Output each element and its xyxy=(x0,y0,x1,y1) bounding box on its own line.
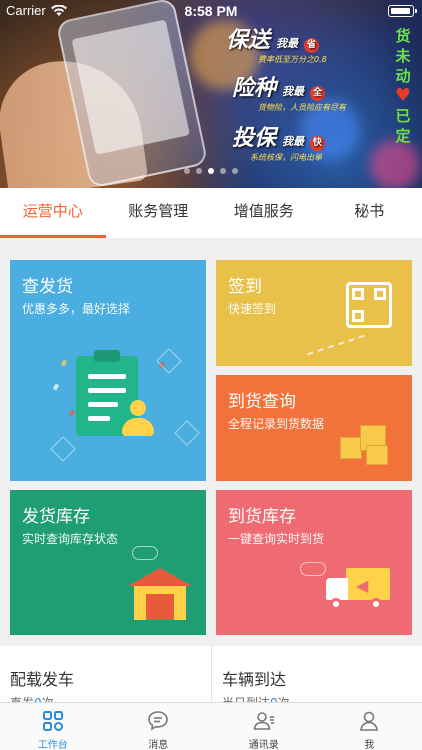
slogan-line-2: 险种 我最 全 xyxy=(232,70,326,102)
promo-banner[interactable]: 保送 我最 省 费率低至万分之0.8 险种 我最 全 货物险，人员险应有尽有 投… xyxy=(0,0,422,188)
card-title: 到货查询 xyxy=(228,392,296,412)
nav-me[interactable]: 我 xyxy=(317,703,422,750)
contacts-icon xyxy=(253,712,274,730)
slogan-sub-2: 货物险，人员险应有尽有 xyxy=(258,103,346,112)
warehouse-icon xyxy=(128,568,192,620)
page-dot xyxy=(220,168,226,174)
nav-label: 我 xyxy=(364,740,375,750)
ship-stock-card[interactable]: 发货库存 实时查询库存状态 xyxy=(10,490,206,635)
tab-secretary[interactable]: 秘书 xyxy=(317,188,422,238)
vertical-slogan: 货未动 ♥ 已定 xyxy=(392,26,414,146)
nav-label: 工作台 xyxy=(37,740,68,750)
cloud-icon xyxy=(300,562,326,576)
ship-query-card[interactable]: 查发货 优惠多多，最好选择 xyxy=(10,260,206,481)
chat-icon xyxy=(148,711,169,731)
summary-section: 配载发车 直发0次 车辆到达 当日到达0次 xyxy=(0,646,422,710)
bokeh-light xyxy=(370,140,420,188)
decor-diamond xyxy=(174,420,200,446)
top-tabs: 运营中心 账务管理 增值服务 秘书 xyxy=(0,188,422,238)
card-desc: 快速签到 xyxy=(228,302,277,316)
heart-icon: ♥ xyxy=(394,85,412,106)
card-title: 到货库存 xyxy=(228,507,296,527)
vehicle-arrival-panel[interactable]: 车辆到达 当日到达0次 xyxy=(211,646,422,710)
nav-messages[interactable]: 消息 xyxy=(106,703,212,750)
bottom-tab-bar: 工作台 消息 通讯录 我 xyxy=(0,702,422,750)
sign-in-card[interactable]: 签到 快速签到 xyxy=(216,260,412,366)
app-screen: 保送 我最 省 费率低至万分之0.8 险种 我最 全 货物险，人员险应有尽有 投… xyxy=(0,0,422,750)
card-title: 签到 xyxy=(228,277,262,297)
arrival-stock-card[interactable]: 到货库存 一键查询实时到货 ◀ xyxy=(216,490,412,635)
slogan-line-3: 投保 我最 快 xyxy=(232,120,326,152)
page-dot xyxy=(232,168,238,174)
card-desc: 优惠多多，最好选择 xyxy=(22,302,131,316)
slogan-sub-1: 费率低至万分之0.8 xyxy=(258,55,327,64)
nav-label: 消息 xyxy=(148,740,169,750)
user-icon xyxy=(122,400,154,436)
cloud-icon xyxy=(132,546,158,560)
person-icon xyxy=(360,711,379,731)
slogan-sub-3: 系统核保，闪电出单 xyxy=(250,153,322,162)
battery-icon xyxy=(388,5,417,17)
nav-label: 通讯录 xyxy=(248,740,279,750)
page-dot-active xyxy=(208,168,214,174)
decor-diamond xyxy=(156,348,182,374)
clock: 8:58 PM xyxy=(184,3,238,19)
arrival-query-card[interactable]: 到货查询 全程记录到货数据 xyxy=(216,375,412,481)
panel-title: 配载发车 xyxy=(10,670,75,689)
loading-dispatch-panel[interactable]: 配载发车 直发0次 xyxy=(0,646,211,710)
card-desc: 实时查询库存状态 xyxy=(22,532,119,546)
truck-icon: ◀ xyxy=(326,568,392,612)
card-title: 发货库存 xyxy=(22,507,90,527)
card-desc: 全程记录到货数据 xyxy=(228,417,325,431)
slogan-line-1: 保送 我最 省 xyxy=(226,22,320,54)
grid-icon xyxy=(42,711,63,731)
card-title: 查发货 xyxy=(22,277,73,297)
page-dot xyxy=(196,168,202,174)
decor-dash xyxy=(307,334,365,356)
tab-operations-center[interactable]: 运营中心 xyxy=(0,188,106,238)
card-desc: 一键查询实时到货 xyxy=(228,532,325,546)
decor-diamond xyxy=(50,436,76,462)
tab-value-added[interactable]: 增值服务 xyxy=(211,188,317,238)
page-dot xyxy=(184,168,190,174)
tab-accounting[interactable]: 账务管理 xyxy=(106,188,212,238)
boxes-icon xyxy=(336,417,394,467)
status-bar: Carrier 8:58 PM xyxy=(0,0,422,22)
nav-contacts[interactable]: 通讯录 xyxy=(211,703,317,750)
qr-code-icon xyxy=(346,282,392,328)
banner-page-indicator[interactable] xyxy=(0,168,422,174)
panel-title: 车辆到达 xyxy=(222,670,287,689)
nav-workbench[interactable]: 工作台 xyxy=(0,703,106,750)
